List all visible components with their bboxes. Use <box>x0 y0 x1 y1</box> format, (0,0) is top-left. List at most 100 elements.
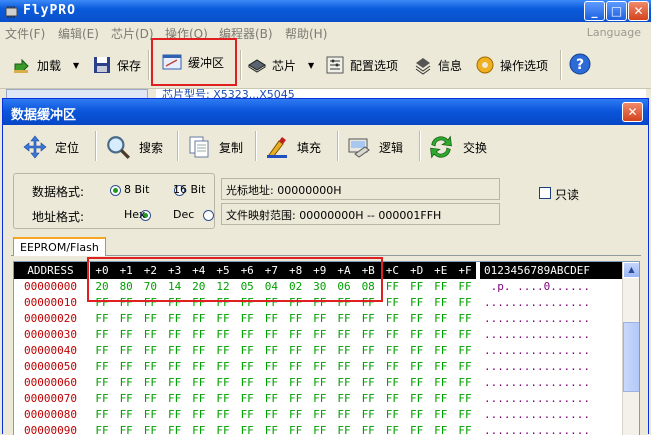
chip-button[interactable]: 芯片 ▼ <box>247 52 314 78</box>
hex-cell[interactable]: FF <box>139 359 161 375</box>
hex-cell[interactable]: FF <box>115 343 137 359</box>
fill-button[interactable]: 填充 <box>265 133 321 161</box>
vertical-scrollbar[interactable]: ▲ <box>622 262 639 435</box>
scroll-up-button[interactable]: ▲ <box>623 262 639 278</box>
scroll-thumb[interactable] <box>623 322 639 392</box>
hex-cell[interactable]: FF <box>236 311 258 327</box>
hex-cell[interactable]: FF <box>454 375 476 391</box>
hex-cell[interactable]: FF <box>91 311 113 327</box>
hex-cell[interactable]: FF <box>357 327 379 343</box>
hex-cell[interactable]: FF <box>357 423 379 435</box>
hex-cell[interactable]: FF <box>430 343 452 359</box>
hex-cell[interactable]: FF <box>212 327 234 343</box>
hex-cell[interactable]: FF <box>430 327 452 343</box>
hex-cell[interactable]: FF <box>164 391 186 407</box>
hex-cell[interactable]: FF <box>406 327 428 343</box>
hex-cell[interactable]: FF <box>188 423 210 435</box>
hex-cell[interactable]: FF <box>115 407 137 423</box>
hex-cell[interactable]: FF <box>406 311 428 327</box>
hex-cell[interactable]: FF <box>236 407 258 423</box>
hex-cell[interactable]: FF <box>188 391 210 407</box>
hex-cell[interactable]: FF <box>91 423 113 435</box>
hex-cell[interactable]: FF <box>260 327 282 343</box>
data-format-8bit-radio[interactable] <box>110 185 121 196</box>
hex-cell[interactable]: FF <box>236 327 258 343</box>
hex-cell[interactable]: FF <box>285 391 307 407</box>
hex-cell[interactable]: FF <box>285 327 307 343</box>
hex-cell[interactable]: FF <box>188 359 210 375</box>
hex-cell[interactable]: FF <box>164 359 186 375</box>
row-ascii[interactable]: ................ <box>484 359 590 375</box>
hex-cell[interactable]: FF <box>115 375 137 391</box>
hex-cell[interactable]: FF <box>430 375 452 391</box>
hex-cell[interactable]: FF <box>430 279 452 295</box>
menu-file[interactable]: 文件(F) <box>5 25 45 42</box>
hex-cell[interactable]: FF <box>454 295 476 311</box>
search-button[interactable]: 搜索 <box>105 133 163 161</box>
hex-cell[interactable]: FF <box>406 279 428 295</box>
hex-cell[interactable]: FF <box>285 343 307 359</box>
hex-cell[interactable]: FF <box>260 407 282 423</box>
hex-cell[interactable]: FF <box>164 327 186 343</box>
hex-cell[interactable]: FF <box>188 327 210 343</box>
row-ascii[interactable]: ................ <box>484 391 590 407</box>
hex-cell[interactable]: FF <box>381 423 403 435</box>
hex-cell[interactable]: FF <box>260 375 282 391</box>
hex-cell[interactable]: FF <box>430 391 452 407</box>
buffer-button[interactable]: 缓冲区 <box>151 38 237 86</box>
row-ascii[interactable]: ................ <box>484 407 590 423</box>
hex-cell[interactable]: FF <box>357 343 379 359</box>
hex-cell[interactable]: FF <box>406 375 428 391</box>
hex-cell[interactable]: FF <box>357 311 379 327</box>
hex-cell[interactable]: FF <box>309 391 331 407</box>
hex-cell[interactable]: FF <box>381 343 403 359</box>
hex-cell[interactable]: FF <box>406 343 428 359</box>
hex-cell[interactable]: FF <box>285 375 307 391</box>
readonly-checkbox[interactable] <box>539 187 551 199</box>
hex-cell[interactable]: FF <box>454 407 476 423</box>
hex-cell[interactable]: FF <box>188 407 210 423</box>
hex-cell[interactable]: FF <box>91 375 113 391</box>
hex-cell[interactable]: FF <box>333 327 355 343</box>
hex-cell[interactable]: FF <box>406 423 428 435</box>
hex-cell[interactable]: FF <box>406 391 428 407</box>
chip-dropdown-icon[interactable]: ▼ <box>308 61 314 70</box>
hex-cell[interactable]: FF <box>309 375 331 391</box>
hex-cell[interactable]: FF <box>115 327 137 343</box>
hex-cell[interactable]: FF <box>115 391 137 407</box>
hex-cell[interactable]: FF <box>381 295 403 311</box>
hex-cell[interactable]: FF <box>309 359 331 375</box>
hex-cell[interactable]: FF <box>381 327 403 343</box>
hex-cell[interactable]: FF <box>333 407 355 423</box>
operation-options-button[interactable]: 操作选项 <box>475 52 548 78</box>
logic-button[interactable]: 逻辑 <box>347 133 403 161</box>
hex-cell[interactable]: FF <box>333 359 355 375</box>
tab-eeprom-flash[interactable]: EEPROM/Flash <box>13 237 106 256</box>
hex-cell[interactable]: FF <box>236 375 258 391</box>
hex-cell[interactable]: FF <box>188 343 210 359</box>
row-ascii[interactable]: ................ <box>484 423 590 435</box>
load-button[interactable]: 加载 ▼ <box>12 52 79 78</box>
load-dropdown-icon[interactable]: ▼ <box>73 61 79 70</box>
hex-cell[interactable]: FF <box>381 279 403 295</box>
hex-cell[interactable]: FF <box>260 343 282 359</box>
hex-cell[interactable]: FF <box>381 407 403 423</box>
hex-cell[interactable]: FF <box>333 343 355 359</box>
dialog-close-button[interactable]: ✕ <box>622 102 643 122</box>
hex-cell[interactable]: FF <box>406 295 428 311</box>
hex-cell[interactable]: FF <box>454 279 476 295</box>
hex-cell[interactable]: FF <box>430 359 452 375</box>
hex-cell[interactable]: FF <box>285 407 307 423</box>
hex-cell[interactable]: FF <box>164 407 186 423</box>
hex-cell[interactable]: FF <box>139 391 161 407</box>
row-ascii[interactable]: ................ <box>484 311 590 327</box>
hex-cell[interactable]: FF <box>430 295 452 311</box>
hex-cell[interactable]: FF <box>454 343 476 359</box>
hex-cell[interactable]: FF <box>139 407 161 423</box>
maximize-button[interactable]: □ <box>606 1 627 21</box>
row-ascii[interactable]: ................ <box>484 343 590 359</box>
hex-cell[interactable]: FF <box>381 391 403 407</box>
hex-cell[interactable]: FF <box>260 311 282 327</box>
hex-cell[interactable]: FF <box>406 407 428 423</box>
hex-cell[interactable]: FF <box>309 327 331 343</box>
